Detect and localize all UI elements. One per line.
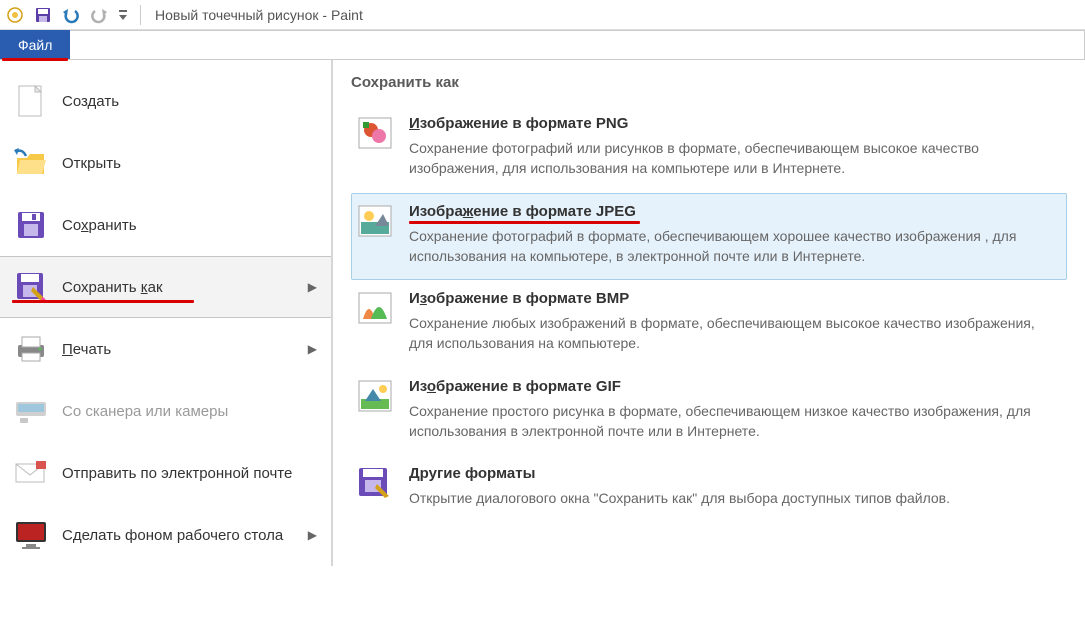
format-desc: Сохранение любых изображений в формате, … bbox=[409, 313, 1061, 354]
chevron-right-icon: ▶ bbox=[308, 280, 317, 294]
folder-open-icon bbox=[14, 146, 48, 180]
menu-label: Сохранить bbox=[62, 217, 137, 234]
undo-icon[interactable] bbox=[60, 4, 82, 26]
format-option-jpeg[interactable]: Изображение в формате JPEG Сохранение фо… bbox=[351, 193, 1067, 281]
annotation-underline bbox=[409, 221, 640, 224]
monitor-icon bbox=[14, 518, 48, 552]
menu-label: Сохранить как bbox=[62, 279, 163, 296]
menu-label: Печать bbox=[62, 341, 111, 358]
ribbon-tabs: Файл bbox=[0, 30, 1085, 60]
menu-item-print[interactable]: Печать ▶ bbox=[0, 318, 331, 380]
menu-label: Открыть bbox=[62, 155, 121, 172]
format-desc: Сохранение простого рисунка в формате, о… bbox=[409, 401, 1061, 442]
menu-item-email[interactable]: Отправить по электронной почте bbox=[0, 442, 331, 504]
menu-item-open[interactable]: Открыть bbox=[0, 132, 331, 194]
ribbon-blank bbox=[70, 30, 1085, 59]
tab-file[interactable]: Файл bbox=[0, 30, 70, 59]
printer-icon bbox=[14, 332, 48, 366]
file-menu: Создать Открыть Сохранить Сохранить как … bbox=[0, 60, 1085, 566]
file-menu-left: Создать Открыть Сохранить Сохранить как … bbox=[0, 60, 332, 566]
format-desc: Открытие диалогового окна "Сохранить как… bbox=[409, 488, 1061, 508]
quick-access-toolbar bbox=[4, 4, 145, 26]
format-desc: Сохранение фотографий в формате, обеспеч… bbox=[409, 226, 1061, 267]
format-title: Изображение в формате BMP bbox=[409, 290, 629, 307]
menu-item-create[interactable]: Создать bbox=[0, 70, 331, 132]
customize-qat-icon[interactable] bbox=[116, 4, 130, 26]
format-text: Изображение в формате PNG Сохранение фот… bbox=[409, 115, 1061, 179]
menu-item-scanner[interactable]: Со сканера или камеры bbox=[0, 380, 331, 442]
chevron-right-icon: ▶ bbox=[308, 528, 317, 542]
redo-icon[interactable] bbox=[88, 4, 110, 26]
other-formats-icon bbox=[357, 465, 393, 501]
save-disk-icon bbox=[14, 208, 48, 242]
format-option-gif[interactable]: Изображение в формате GIF Сохранение про… bbox=[351, 368, 1067, 456]
tab-file-label: Файл bbox=[18, 37, 52, 53]
format-title: Изображение в формате JPEG bbox=[409, 203, 636, 220]
jpeg-image-icon bbox=[357, 203, 393, 239]
menu-label: Со сканера или камеры bbox=[62, 403, 228, 420]
save-as-disk-icon bbox=[14, 270, 48, 304]
format-text: Изображение в формате GIF Сохранение про… bbox=[409, 378, 1061, 442]
format-option-bmp[interactable]: Изображение в формате BMP Сохранение люб… bbox=[351, 280, 1067, 368]
menu-label: Создать bbox=[62, 93, 119, 110]
menu-label: Сделать фоном рабочего стола bbox=[62, 527, 283, 544]
titlebar: Новый точечный рисунок - Paint bbox=[0, 0, 1085, 30]
format-option-other[interactable]: Другие форматы Открытие диалогового окна… bbox=[351, 455, 1067, 522]
save-icon[interactable] bbox=[32, 4, 54, 26]
format-text: Изображение в формате BMP Сохранение люб… bbox=[409, 290, 1061, 354]
window-title: Новый точечный рисунок - Paint bbox=[155, 7, 363, 23]
document-icon bbox=[14, 84, 48, 118]
format-title: Изображение в формате PNG bbox=[409, 115, 628, 132]
format-title: Изображение в формате GIF bbox=[409, 378, 621, 395]
format-desc: Сохранение фотографий или рисунков в фор… bbox=[409, 138, 1061, 179]
format-text: Другие форматы Открытие диалогового окна… bbox=[409, 465, 1061, 508]
format-text: Изображение в формате JPEG Сохранение фо… bbox=[409, 203, 1061, 267]
bmp-image-icon bbox=[357, 290, 393, 326]
scanner-icon bbox=[14, 394, 48, 428]
save-as-submenu: Сохранить как Изображение в формате PNG … bbox=[332, 60, 1085, 566]
menu-item-save[interactable]: Сохранить bbox=[0, 194, 331, 256]
png-image-icon bbox=[357, 115, 393, 151]
menu-label: Отправить по электронной почте bbox=[62, 465, 292, 482]
annotation-underline bbox=[12, 300, 194, 303]
format-title: Другие форматы bbox=[409, 465, 535, 482]
submenu-title: Сохранить как bbox=[351, 74, 1067, 91]
gif-image-icon bbox=[357, 378, 393, 414]
chevron-right-icon: ▶ bbox=[308, 342, 317, 356]
format-option-png[interactable]: Изображение в формате PNG Сохранение фот… bbox=[351, 105, 1067, 193]
menu-item-wallpaper[interactable]: Сделать фоном рабочего стола ▶ bbox=[0, 504, 331, 566]
email-icon bbox=[14, 456, 48, 490]
menu-item-save-as[interactable]: Сохранить как ▶ bbox=[0, 256, 331, 318]
new-document-icon[interactable] bbox=[4, 4, 26, 26]
separator bbox=[140, 5, 141, 25]
